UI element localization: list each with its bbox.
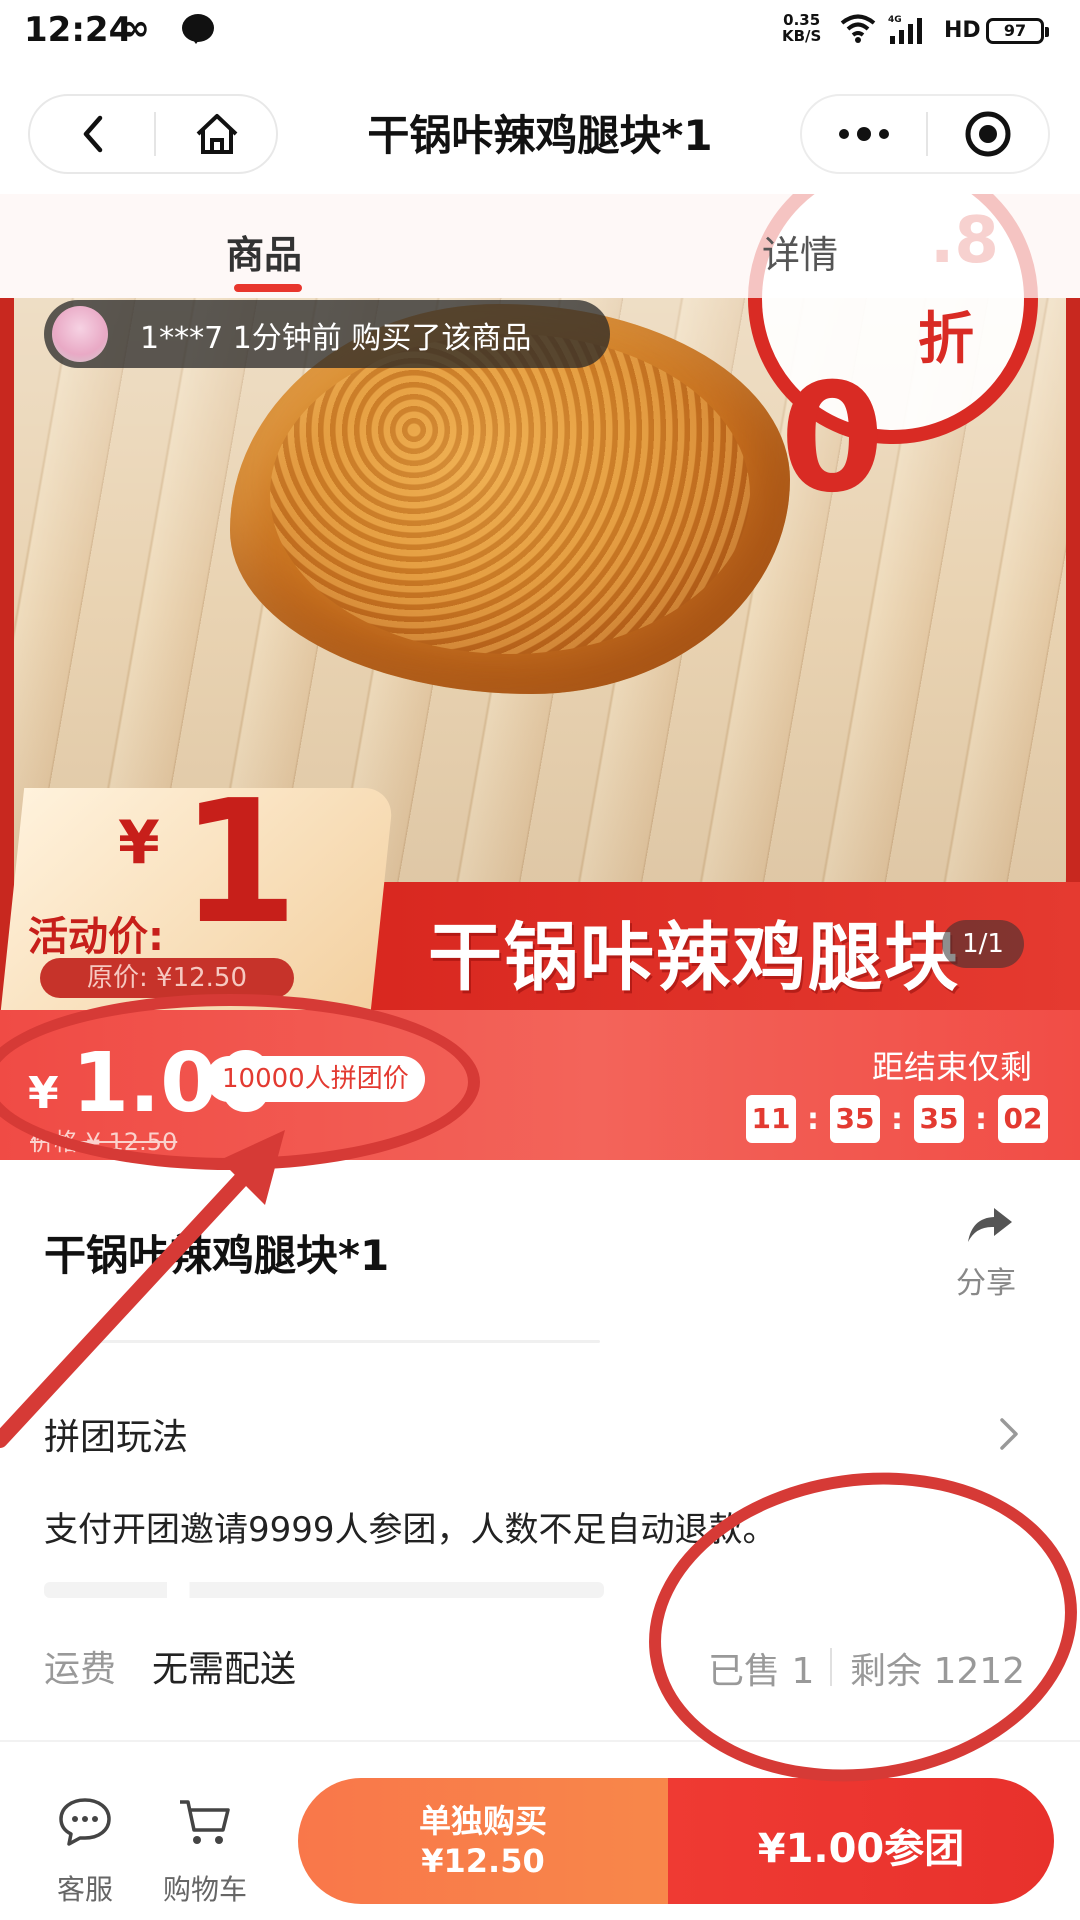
discount-unit: 折 [918,307,974,372]
countdown-separator: : [807,1101,819,1137]
chevron-right-icon [1000,1418,1018,1450]
more-dots-icon [839,127,889,141]
activity-price: 1 [180,764,299,962]
shopping-cart-icon [180,1800,230,1844]
nav-capsule-left [28,94,278,174]
network-speed: 0.35 KB/S [782,11,822,45]
join-group-button[interactable]: ¥1.00参团 [668,1778,1054,1904]
join-group-label: ¥1.00参团 [757,1826,965,1872]
recent-buyer-toast: 1***7 1分钟前 购买了该商品 [44,300,610,368]
infinity-icon: ∞ [120,8,150,49]
group-rules-row[interactable]: 拼团玩法 [0,1396,1080,1476]
shipping-value: 无需配送 [152,1649,297,1690]
nav-capsule-right [800,94,1050,174]
cart-button[interactable]: 购物车 [150,1790,260,1910]
discount-number: 0 [780,352,885,526]
tab-detail[interactable]: 详情 [762,224,838,279]
tab-goods[interactable]: 商品 [226,224,302,279]
countdown-hours: 11 [746,1095,796,1143]
shipping-label: 运费 [44,1649,117,1690]
cart-label: 购物车 [162,1873,247,1906]
back-button[interactable] [30,96,155,172]
divider [96,1340,600,1343]
network-type: 4G [888,15,902,25]
share-button[interactable]: 分享 [950,1206,1030,1301]
signal-icon: 4G [888,15,922,44]
hd-icon: HD [944,18,981,43]
close-miniprogram-button[interactable] [928,96,1048,172]
status-bar: 12:24 ∞ 0.35 KB/S 4G HD 97 [0,0,1080,62]
buy-alone-button[interactable]: 单独购买 ¥12.50 [298,1778,668,1904]
buy-alone-label: 单独购买 [418,1802,547,1840]
activity-label: 活动价: [28,914,164,960]
avatar [52,306,108,362]
customer-service-button[interactable]: 客服 [30,1790,140,1910]
status-time: 12:24 [24,10,133,50]
activity-original-price: 原价: ¥12.50 [40,958,294,998]
countdown-centiseconds: 02 [998,1095,1048,1143]
more-button[interactable] [802,96,926,172]
battery-icon: 97 [986,18,1049,44]
page-title: 干锅咔辣鸡腿块*1 [367,111,713,160]
image-counter: 1/1 [942,920,1024,968]
countdown-seconds: 35 [914,1095,964,1143]
customer-service-label: 客服 [56,1873,113,1906]
countdown-separator: : [975,1101,987,1137]
chat-bubble-icon [59,1798,111,1846]
countdown-label: 距结束仅剩 [872,1048,1033,1086]
buy-alone-price: ¥12.50 [421,1842,545,1880]
countdown-minutes: 35 [830,1095,880,1143]
share-label: 分享 [956,1266,1016,1301]
activity-yen: ¥ [118,808,160,878]
share-icon [968,1208,1012,1242]
divider [44,1582,604,1598]
group-rules-label: 拼团玩法 [44,1417,189,1458]
tab-active-indicator [234,284,302,292]
countdown-separator: : [891,1101,903,1137]
recent-buyer-text: 1***7 1分钟前 购买了该商品 [140,321,532,356]
ribbon-title: 干锅咔辣鸡腿块 [428,915,960,1001]
chevron-left-icon [83,115,102,153]
annotation-circle-price [0,994,480,1170]
product-name: 干锅咔辣鸡腿块*1 [44,1231,390,1280]
countdown-timer: 11 : 35 : 35 : 02 [746,1094,1048,1144]
home-button[interactable] [156,96,278,172]
wifi-icon [840,14,876,43]
group-rules-description: 支付开团邀请9999人参团，人数不足自动退款。 [44,1510,777,1550]
target-icon [965,111,1011,157]
home-icon [196,114,238,154]
tab-bar: 商品 详情 [0,194,1080,298]
message-icon [182,14,214,44]
nav-bar: 干锅咔辣鸡腿块*1 [0,62,1080,194]
